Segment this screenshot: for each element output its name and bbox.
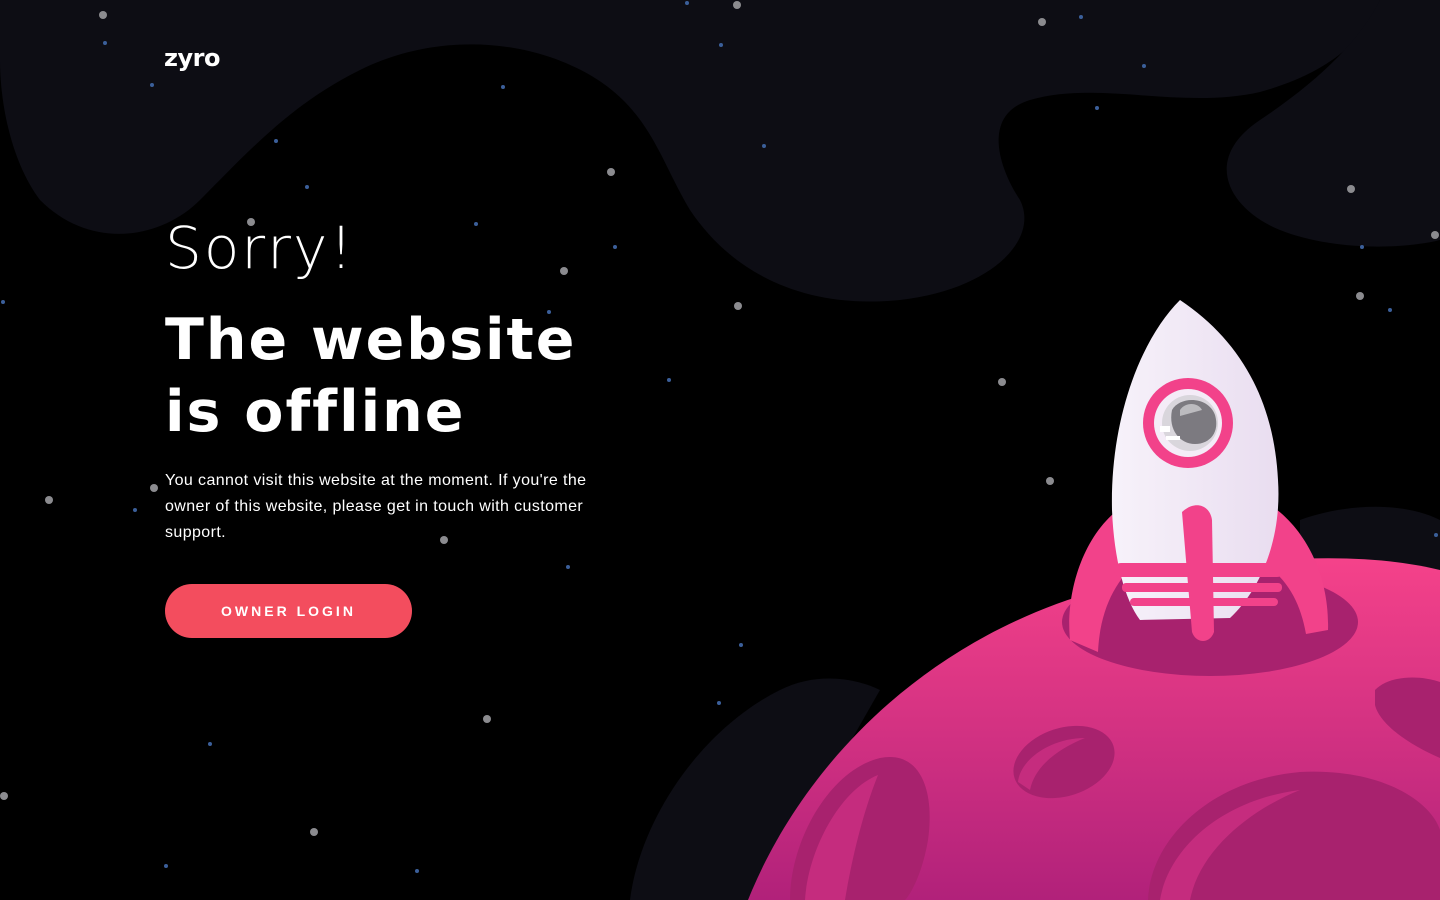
star-icon (310, 828, 318, 836)
star-icon (305, 185, 309, 189)
greeting-heading: Sorry! (165, 214, 355, 282)
star-icon (1356, 292, 1364, 300)
star-icon (501, 85, 505, 89)
page-title: The website is offline (165, 307, 577, 445)
star-icon (133, 508, 137, 512)
star-icon (1434, 533, 1438, 537)
star-icon (274, 139, 278, 143)
zyro-logo[interactable]: zyro (164, 40, 228, 80)
star-icon (739, 643, 743, 647)
star-icon (1142, 64, 1146, 68)
star-icon (1, 300, 5, 304)
star-icon (1388, 308, 1392, 312)
star-icon (1046, 477, 1054, 485)
offline-page: zyro Sorry! The website is offline You c… (0, 0, 1440, 900)
star-icon (717, 701, 721, 705)
star-icon (762, 144, 766, 148)
star-icon (566, 565, 570, 569)
star-icon (719, 43, 723, 47)
star-icon (734, 302, 742, 310)
star-icon (607, 168, 615, 176)
star-icon (1038, 18, 1046, 26)
star-icon (99, 11, 107, 19)
description-text: You cannot visit this website at the mom… (165, 472, 587, 541)
star-icon (1431, 231, 1439, 239)
star-icon (0, 792, 8, 800)
star-icon (1347, 185, 1355, 193)
star-icon (1079, 15, 1083, 19)
star-icon (1095, 106, 1099, 110)
star-icon (150, 484, 158, 492)
owner-login-button[interactable]: OWNER LOGIN (165, 584, 412, 638)
star-icon (103, 41, 107, 45)
star-icon (45, 496, 53, 504)
star-icon (667, 378, 671, 382)
star-icon (998, 378, 1006, 386)
star-icon (415, 869, 419, 873)
star-icon (733, 1, 741, 9)
offline-message: Sorry! The website is offline You cannot… (165, 212, 635, 546)
star-icon (1360, 245, 1364, 249)
star-icon (208, 742, 212, 746)
star-icon (685, 1, 689, 5)
star-icon (164, 864, 168, 868)
star-icon (150, 83, 154, 87)
star-icon (483, 715, 491, 723)
logo-text: zyro (164, 44, 220, 72)
